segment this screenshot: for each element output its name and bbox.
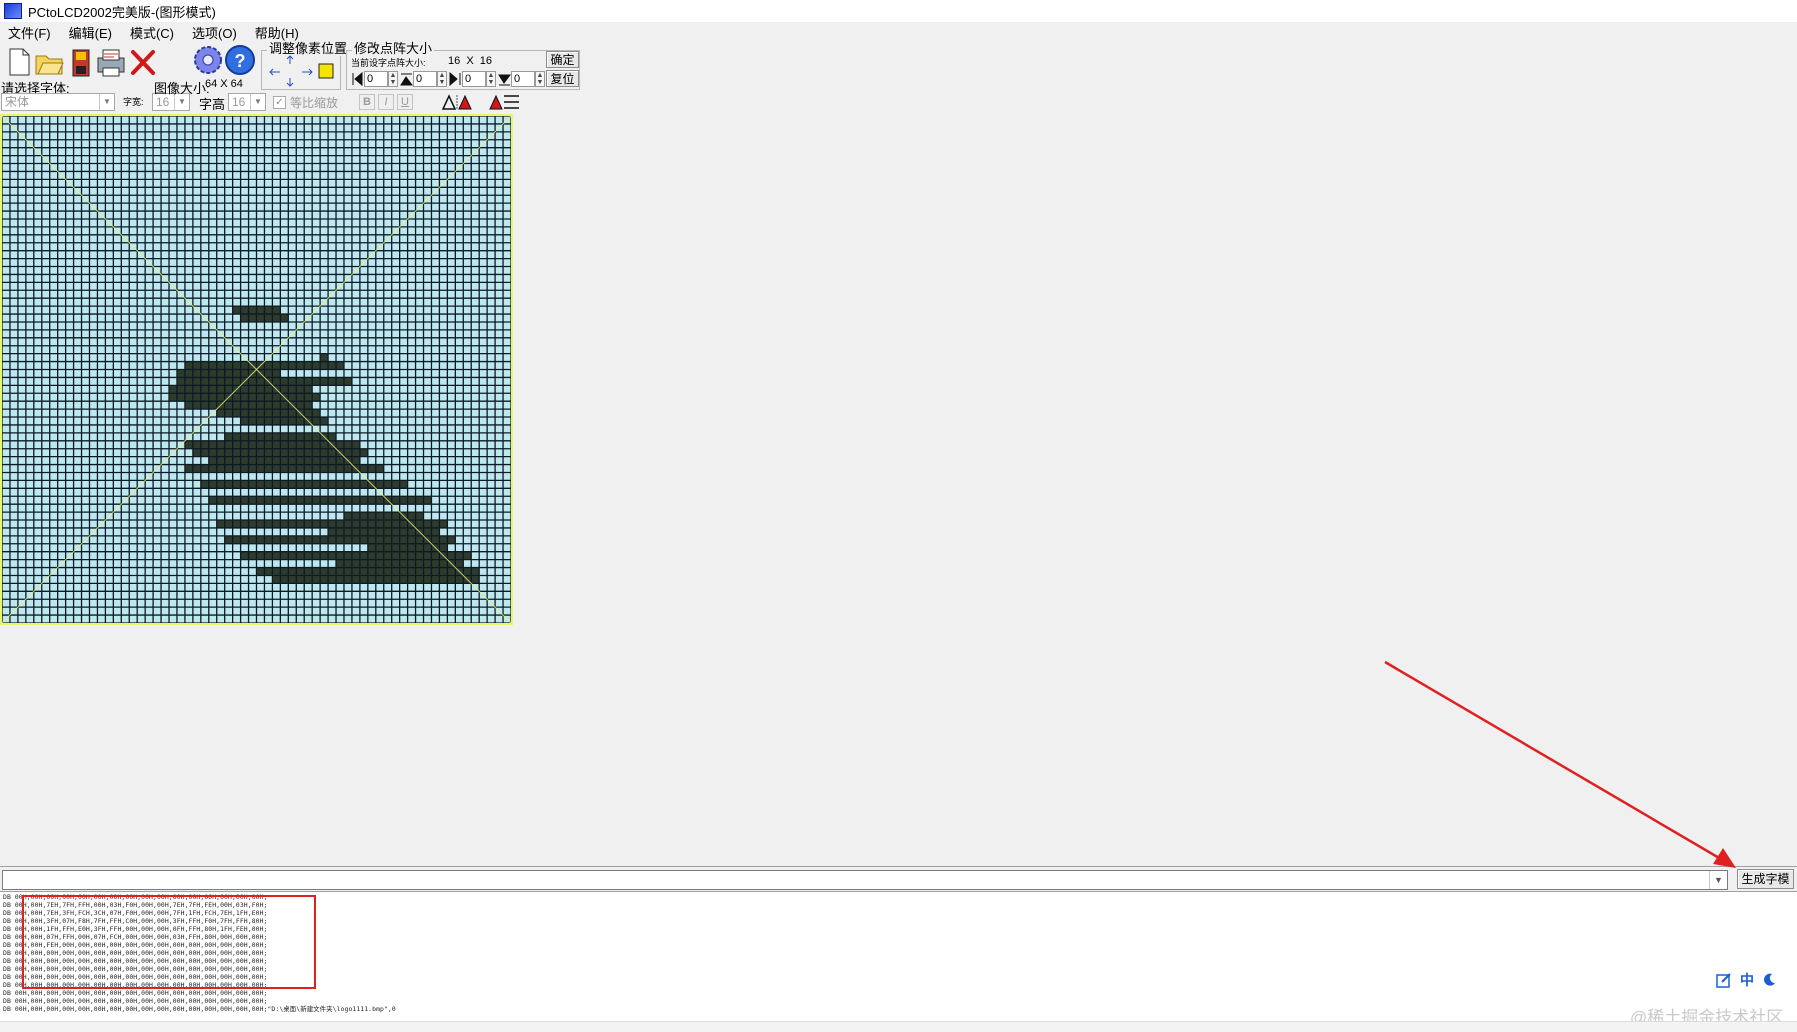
delete-icon [131,50,155,75]
left-spin-arrows[interactable]: ▲ ▼ [388,71,398,87]
shift-arrows-icon[interactable] [268,54,338,88]
char-height-select[interactable]: 16 ▼ [228,93,266,111]
output-line: DB 00H,00H,00H,00H,00H,00H,00H,00H,00H,0… [3,1005,396,1013]
open-folder-icon [35,55,64,75]
matrix-pixel-run[interactable] [320,417,329,425]
app-icon [4,3,22,19]
move-up-icon[interactable] [399,71,413,87]
menu-mode[interactable]: 模式(C) [122,23,184,42]
settings-gear-icon [194,46,222,74]
flip-horizontal-icon[interactable] [440,93,474,111]
top-spin-arrows[interactable]: ▲ ▼ [437,71,447,87]
underline-button[interactable]: U [397,94,413,110]
help-button[interactable]: ? [223,42,257,78]
new-file-icon [9,48,30,76]
proportional-scale-option[interactable]: ✓ 等比缩放 [273,94,338,111]
open-file-button[interactable] [32,44,66,80]
confirm-button[interactable]: 确定 [546,51,579,68]
proportional-label: 等比缩放 [290,96,339,110]
matrix-pixel-run[interactable] [216,448,352,457]
matrix-pixel-run[interactable] [184,464,384,473]
chevron-down-icon[interactable]: ▼ [250,94,265,110]
ime-indicator[interactable]: 中 [1716,968,1794,992]
horizontal-scrollbar[interactable] [0,1021,1797,1032]
resize-matrix-group-title: 修改点阵大小 [352,41,435,56]
window-title: PCtoLCD2002完美版-(图形模式) [28,4,216,20]
move-down-icon[interactable] [497,71,511,87]
left-spin-field[interactable]: 0 [364,71,388,87]
print-icon [97,49,125,77]
annotation-arrow [1384,660,1736,868]
moon-icon[interactable] [1762,973,1776,987]
bottom-spin-arrows[interactable]: ▲ ▼ [535,71,545,87]
chevron-down-icon[interactable]: ▼ [99,94,114,110]
menu-options[interactable]: 选项(O) [184,23,247,42]
matrix-pixel-run[interactable] [320,353,329,362]
matrix-pixel-run[interactable] [200,377,352,386]
right-spin-field[interactable]: 0 [462,71,486,87]
reset-button[interactable]: 复位 [546,70,579,87]
top-spin-field[interactable]: 0 [413,71,437,87]
menu-help[interactable]: 帮助(H) [247,23,309,42]
save-icon [72,49,90,77]
proportional-checkbox[interactable]: ✓ [273,96,286,109]
char-height-value: 16 [232,95,246,109]
print-button[interactable] [94,44,128,80]
save-button[interactable] [64,44,98,80]
ime-language-label[interactable]: 中 [1740,970,1754,990]
dot-matrix-canvas[interactable] [0,114,513,625]
new-file-button[interactable] [2,44,36,80]
char-height-label: 字高 [199,97,226,112]
char-width-value: 16 [156,95,170,109]
svg-text:?: ? [235,51,246,71]
edit-icon[interactable] [1716,972,1732,988]
move-right-icon[interactable] [448,71,462,87]
bottom-spin-field[interactable]: 0 [511,71,535,87]
bold-button[interactable]: B [359,94,375,110]
matrix-pixel-run[interactable] [208,456,360,465]
flip-vertical-icon[interactable] [487,93,521,111]
move-left-icon[interactable] [350,71,364,87]
help-icon: ? [225,45,255,75]
menu-bar: 文件(F) 编辑(E) 模式(C) 选项(O) 帮助(H) [0,22,1797,42]
matrix-pixel-run[interactable] [224,535,456,544]
menu-file[interactable]: 文件(F) [0,23,61,42]
current-size-label: 当前设字点阵大小: [351,58,426,68]
current-size-value: 16 X 16 [448,55,493,67]
right-spin-arrows[interactable]: ▲ ▼ [486,71,496,87]
title-bar: PCtoLCD2002完美版-(图形模式) [0,0,1797,22]
image-size-value: 64 X 64 [205,78,243,90]
menu-edit[interactable]: 编辑(E) [61,23,122,42]
font-select-value: 宋体 [5,95,30,109]
delete-button[interactable] [126,44,160,80]
dot-matrix-grid[interactable] [1,115,512,624]
settings-button[interactable] [191,42,225,78]
italic-button[interactable]: I [378,94,394,110]
font-select[interactable]: 宋体 ▼ [1,93,115,111]
matrix-pixel-run[interactable] [216,520,448,528]
annotation-highlight-box [22,895,316,989]
output-line: DB 00H,00H,00H,00H,00H,00H,00H,00H,00H,0… [3,997,268,1005]
matrix-pixel-run[interactable] [320,567,472,576]
char-width-label: 字宽: [123,97,144,107]
output-line: DB 00H,00H,00H,00H,00H,00H,00H,00H,00H,0… [3,989,268,997]
